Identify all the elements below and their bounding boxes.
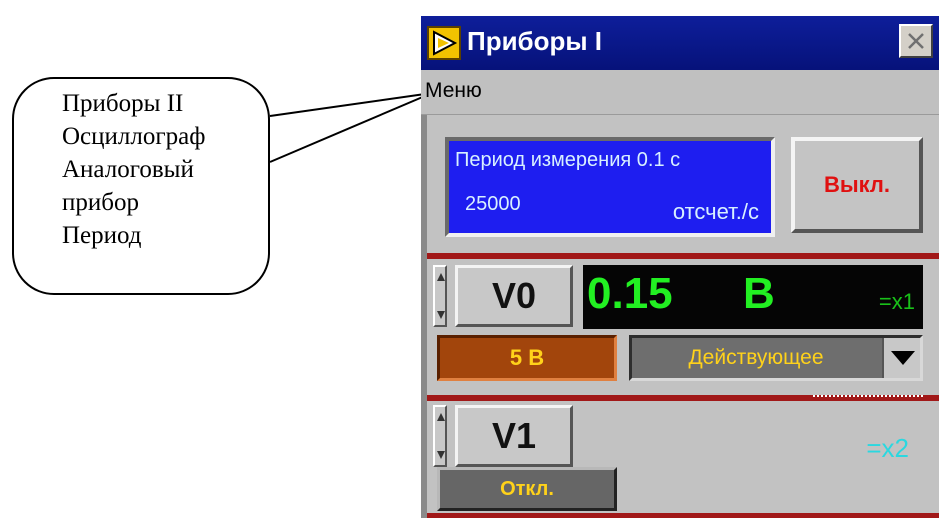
title-bar[interactable]: Приборы I [421, 16, 939, 70]
channel0-mode-select[interactable]: Действующее [629, 335, 923, 381]
instrument-panel: Период измерения 0.1 с 25000 отсчет./с В… [421, 115, 939, 518]
channel0-selector[interactable]: V0 [455, 265, 573, 327]
menu-item-menu[interactable]: Меню [425, 79, 482, 103]
channel-divider [427, 253, 939, 259]
channel1-selector[interactable]: V1 [455, 405, 573, 467]
spinner-icon [437, 273, 445, 319]
dotted-separator [813, 395, 923, 397]
channel0-multiplier: =x1 [878, 289, 915, 314]
channel0-range[interactable]: 5 В [437, 335, 617, 381]
channel-divider [427, 513, 939, 518]
instruments-window: Приборы I Меню Период измерения 0.1 с 25… [421, 16, 939, 518]
mode-dropdown-button[interactable] [882, 338, 920, 378]
menu-callout: Приборы II Осциллограф Аналоговый прибор… [12, 77, 270, 295]
panel-left-edge [421, 115, 427, 518]
window-title: Приборы I [467, 26, 603, 56]
callout-line-period: Период [62, 222, 142, 249]
callout-line-instruments-2: Приборы II [62, 90, 184, 117]
channel0-value: 0.15 [587, 269, 673, 318]
sample-rate-value: 25000 [465, 193, 521, 215]
channel0-readout: 0.15 В =x1 [583, 265, 923, 329]
channel1-off-button[interactable]: Откл. [437, 467, 617, 511]
callout-line-analog: Аналоговый [62, 156, 194, 183]
callout-text: Приборы II Осциллограф Аналоговый прибор… [62, 87, 205, 252]
menu-bar: Меню [421, 70, 939, 115]
measurement-info-display: Период измерения 0.1 с 25000 отсчет./с [445, 137, 775, 237]
channel1-spinner[interactable] [433, 405, 447, 467]
close-button[interactable] [899, 24, 933, 58]
mode-selected-value: Действующее [688, 346, 824, 369]
power-off-button[interactable]: Выкл. [791, 137, 923, 233]
sample-rate-unit: отсчет./с [672, 199, 759, 224]
channel0-unit: В [743, 269, 775, 318]
close-icon [908, 33, 924, 49]
channel0-spinner[interactable] [433, 265, 447, 327]
labview-run-icon [427, 26, 461, 60]
measurement-period: Период измерения 0.1 с [455, 149, 681, 171]
spinner-icon [437, 413, 445, 459]
callout-line-device: прибор [62, 189, 139, 216]
callout-line-oscilloscope: Осциллограф [62, 123, 206, 150]
channel1-multiplier: =x2 [866, 433, 909, 463]
triangle-down-icon [891, 351, 915, 365]
